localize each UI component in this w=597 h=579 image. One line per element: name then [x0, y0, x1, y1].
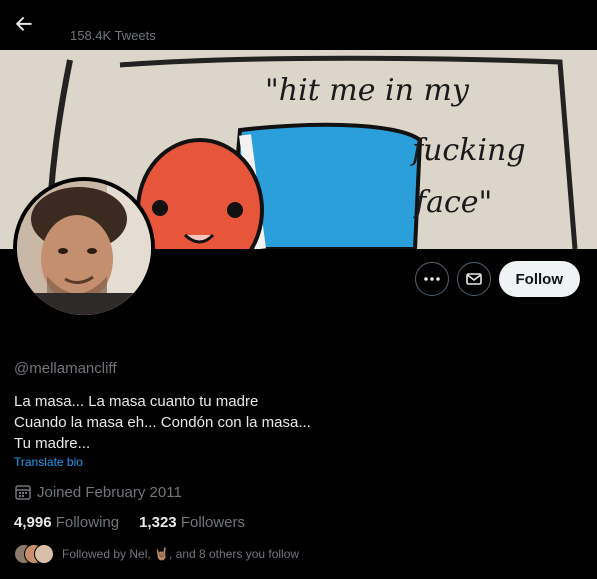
banner-quote-line1: "hit me in my	[265, 73, 470, 108]
following-label: Following	[55, 514, 120, 531]
profile-handle: @mellamancliff	[14, 360, 117, 377]
follow-stats: 4,996 Following 1,323 Followers	[14, 514, 245, 531]
joined-date: Joined February 2011	[14, 483, 182, 501]
profile-avatar[interactable]	[13, 177, 155, 319]
more-button[interactable]	[414, 262, 449, 296]
bio-line: La masa... La masa cuanto tu madre	[14, 393, 259, 410]
followers-link[interactable]: 1,323 Followers	[139, 514, 245, 531]
followed-by-text: Followed by Nel, 🤘🏽, and 8 others you fo…	[62, 547, 300, 561]
follower-avatars	[14, 544, 54, 564]
back-button[interactable]	[10, 10, 38, 38]
bio-line: Tu madre...	[14, 435, 91, 452]
envelope-icon	[465, 273, 482, 285]
message-button[interactable]	[456, 262, 491, 296]
more-dots-icon	[423, 277, 440, 281]
following-count: 4,996	[14, 514, 52, 531]
following-link[interactable]: 4,996 Following	[14, 514, 119, 531]
calendar-icon	[15, 485, 31, 500]
translate-bio-link[interactable]: Translate bio	[14, 455, 83, 469]
arrow-left-icon	[15, 16, 32, 31]
avatar-photo	[17, 181, 151, 315]
followers-count: 1,323	[139, 514, 177, 531]
profile-actions: Follow	[414, 261, 580, 297]
bio-line: Cuando la masa eh... Condón con la masa.…	[14, 414, 311, 431]
banner-quote-line2: fucking	[410, 133, 526, 168]
avatar	[34, 544, 54, 564]
tweets-count: 158.4K Tweets	[70, 28, 156, 43]
joined-text: Joined February 2011	[37, 483, 182, 501]
followers-label: Followers	[180, 514, 245, 531]
profile-bio: La masa... La masa cuanto tu madre Cuand…	[14, 391, 311, 454]
top-bar: 158.4K Tweets	[0, 0, 597, 50]
follow-button[interactable]: Follow	[498, 261, 580, 297]
banner-quote-line3: face"	[413, 185, 492, 220]
followed-by-link[interactable]: Followed by Nel, 🤘🏽, and 8 others you fo…	[14, 544, 299, 564]
